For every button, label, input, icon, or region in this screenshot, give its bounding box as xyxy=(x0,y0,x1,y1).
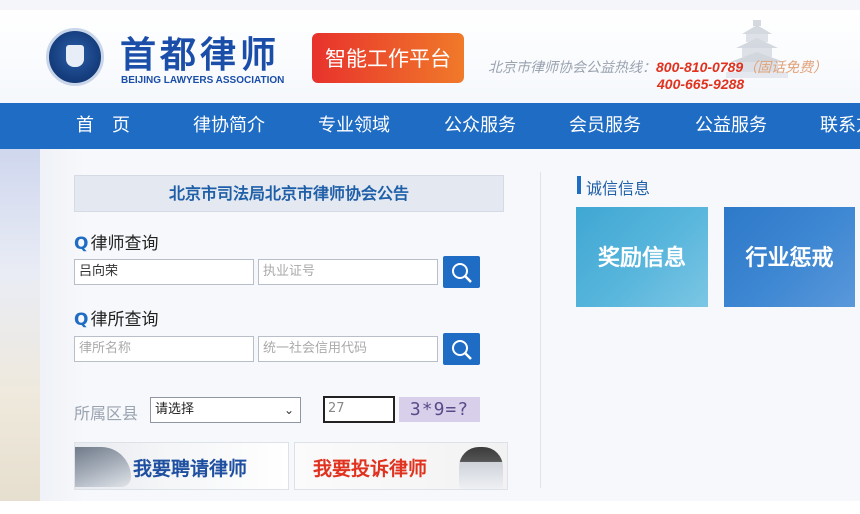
lawyer-search-title: Q 律师查询 xyxy=(74,229,158,254)
handshake-image xyxy=(75,447,131,487)
district-label: 所属区县 xyxy=(74,404,139,423)
nav-contact[interactable]: 联系方 xyxy=(820,103,860,149)
operator-image xyxy=(459,447,503,489)
page-bottom xyxy=(0,501,860,514)
lawyer-search-label: 律师查询 xyxy=(90,234,159,254)
reward-info-tile[interactable]: 奖励信息 xyxy=(576,207,708,307)
lawyer-search-button[interactable] xyxy=(443,256,480,288)
district-select[interactable]: 请选择 ⌄ xyxy=(150,397,301,423)
hire-lawyer-text: 我要聘请律师 xyxy=(133,458,248,480)
nav-member-services[interactable]: 会员服务 xyxy=(569,103,641,149)
district-selected: 请选择 xyxy=(155,402,195,417)
browser-toolbar-strip xyxy=(0,0,860,10)
nav-about[interactable]: 律协简介 xyxy=(193,103,265,149)
lawyer-name-input[interactable]: 吕向荣 xyxy=(74,259,254,285)
captcha-input[interactable]: 27 xyxy=(323,396,395,423)
captcha-image[interactable]: 3*9=? xyxy=(399,397,480,422)
left-decoration xyxy=(0,149,40,501)
logo-title[interactable]: 首都律师 xyxy=(120,26,280,78)
firm-name-input[interactable]: 律所名称 xyxy=(74,336,254,362)
hire-lawyer-banner[interactable]: 我要聘请律师 xyxy=(74,442,289,490)
hotline-label: 北京市律师协会公益热线： xyxy=(488,59,656,75)
hotline: 北京市律师协会公益热线：800-810-0789（固话免费） xyxy=(488,57,827,77)
firm-search-label: 律所查询 xyxy=(90,310,159,330)
search-icon: Q xyxy=(74,310,89,330)
hotline-note: （固话免费） xyxy=(743,59,828,75)
column-divider xyxy=(540,172,541,488)
search-icon: Q xyxy=(74,234,89,254)
hotline-number: 800-810-0789 xyxy=(656,59,744,75)
magnifier-icon xyxy=(452,340,472,360)
logo-subtitle: BEIJING LAWYERS ASSOCIATION xyxy=(121,75,285,86)
firm-search-button[interactable] xyxy=(443,333,480,365)
nav-home[interactable]: 首 页 xyxy=(76,103,130,149)
integrity-title: 诚信信息 xyxy=(586,179,651,198)
complain-lawyer-banner[interactable]: 我要投诉律师 xyxy=(294,442,508,490)
discipline-tile[interactable]: 行业惩戒 xyxy=(724,207,855,307)
nav-pro-bono[interactable]: 公益服务 xyxy=(695,103,767,149)
smart-platform-button[interactable]: 智能工作平台 xyxy=(312,33,464,83)
section-marker xyxy=(577,176,581,194)
hotline-number-secondary: 400-665-9288 xyxy=(657,76,745,92)
announcement-link[interactable]: 北京市司法局北京市律师协会公告 xyxy=(74,175,504,212)
association-emblem-icon[interactable] xyxy=(46,28,104,86)
nav-practice-areas[interactable]: 专业领域 xyxy=(318,103,390,149)
credit-code-input[interactable]: 统一社会信用代码 xyxy=(258,336,438,362)
main-nav: 首 页 律协简介 专业领域 公众服务 会员服务 公益服务 联系方 xyxy=(0,103,860,149)
firm-search-title: Q 律所查询 xyxy=(74,305,158,330)
complain-lawyer-text: 我要投诉律师 xyxy=(313,458,428,480)
license-number-input[interactable]: 执业证号 xyxy=(258,259,438,285)
magnifier-icon xyxy=(452,263,472,283)
chevron-down-icon: ⌄ xyxy=(283,403,294,417)
nav-public-services[interactable]: 公众服务 xyxy=(444,103,516,149)
